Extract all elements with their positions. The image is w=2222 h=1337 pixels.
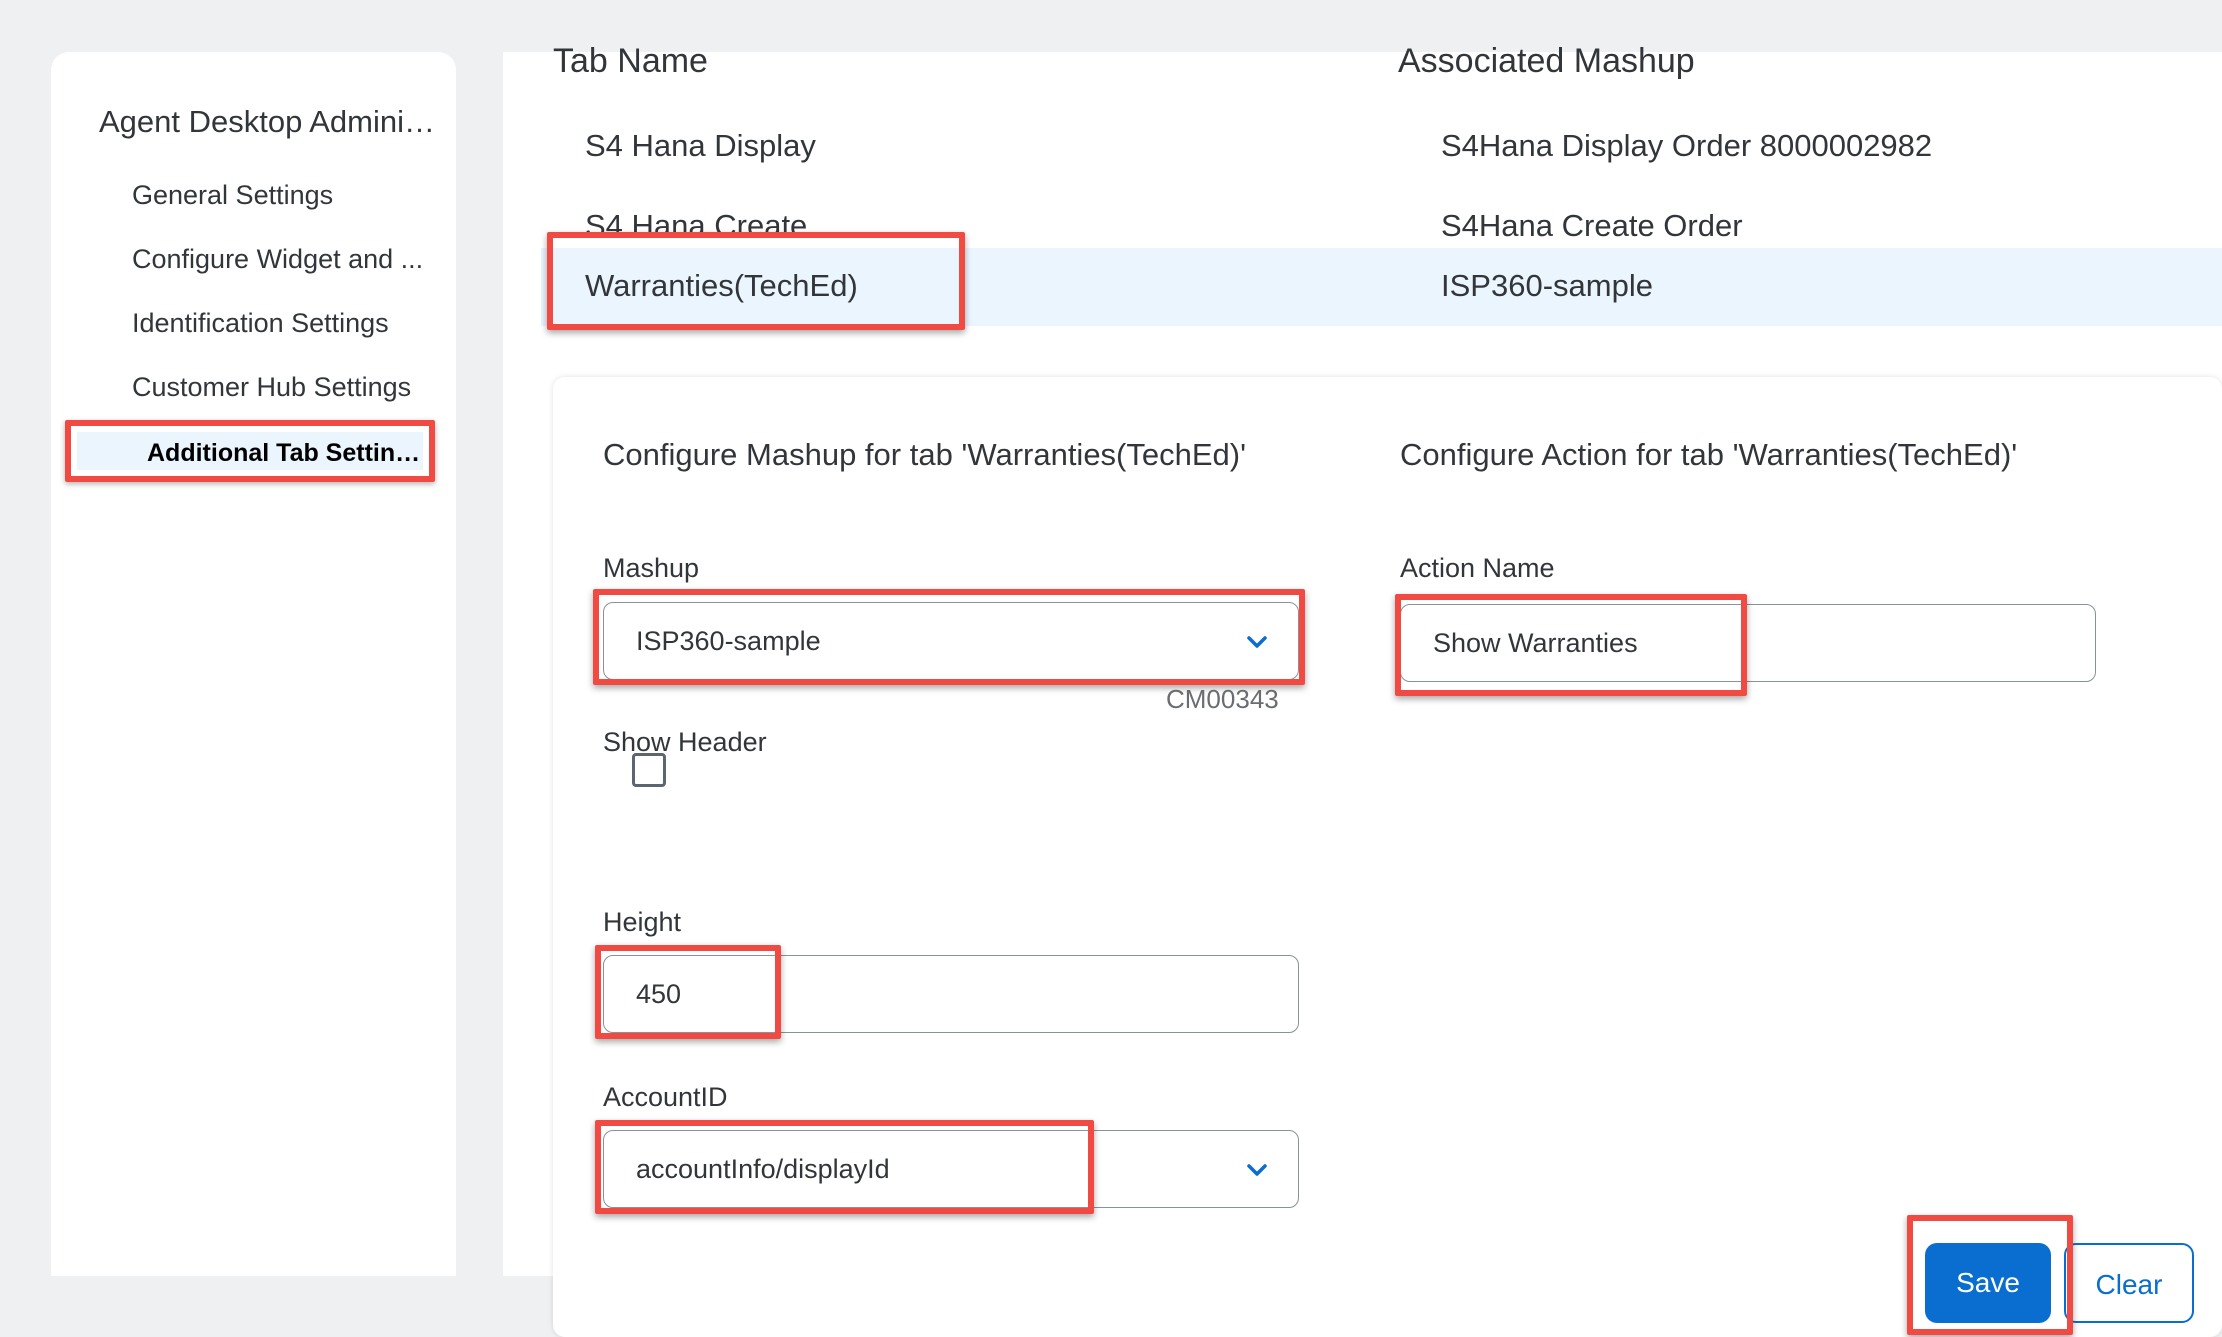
sidebar-item-label: Additional Tab Settings ... — [147, 439, 429, 467]
sidebar-item-configure-widget[interactable]: Configure Widget and ... — [132, 244, 447, 275]
show-header-label: Show Header — [603, 727, 767, 757]
sidebar-item-customer-hub-settings[interactable]: Customer Hub Settings — [132, 372, 447, 403]
action-config-heading: Configure Action for tab 'Warranties(Tec… — [1400, 437, 2018, 472]
config-panel: Configure Mashup for tab 'Warranties(Tec… — [553, 377, 2222, 1337]
main-content: Tab Name Associated Mashup S4 Hana Displ… — [503, 42, 2222, 1337]
sidebar-title: Agent Desktop Adminis... — [99, 104, 439, 139]
sidebar-item-general-settings[interactable]: General Settings — [132, 180, 447, 211]
height-input-value: 450 — [636, 979, 682, 1009]
accountid-select-value: accountInfo/displayId — [636, 1154, 890, 1184]
column-header-tab-name: Tab Name — [553, 42, 708, 80]
chevron-down-icon — [1246, 631, 1268, 653]
sidebar-item-additional-tab-settings[interactable]: Additional Tab Settings ... — [65, 420, 435, 482]
tab-name-cell: Warranties(TechEd) — [585, 268, 858, 303]
action-name-input[interactable]: Show Warranties — [1400, 604, 2096, 682]
mashup-config-heading: Configure Mashup for tab 'Warranties(Tec… — [603, 437, 1247, 472]
mashup-cell: ISP360-sample — [1441, 268, 1653, 303]
tab-name-cell: S4 Hana Display — [585, 128, 816, 163]
column-header-associated-mashup: Associated Mashup — [1398, 42, 1695, 80]
mashup-cell: S4Hana Display Order 8000002982 — [1441, 128, 1933, 163]
table-row-selected[interactable]: Warranties(TechEd) ISP360-sample — [541, 248, 2222, 326]
mashup-id-hint: CM00343 — [1166, 684, 1279, 714]
accountid-label: AccountID — [603, 1082, 728, 1112]
accountid-select[interactable]: accountInfo/displayId — [603, 1130, 1299, 1208]
mashup-label: Mashup — [603, 553, 700, 583]
clear-button[interactable]: Clear — [2064, 1243, 2194, 1323]
action-name-input-value: Show Warranties — [1433, 628, 1638, 658]
mashup-select[interactable]: ISP360-sample — [603, 602, 1299, 680]
table-row[interactable]: S4 Hana Display S4Hana Display Order 800… — [541, 108, 2222, 186]
action-name-label: Action Name — [1400, 553, 1555, 583]
height-label: Height — [603, 907, 682, 937]
sidebar: Agent Desktop Adminis... General Setting… — [51, 52, 456, 1276]
chevron-down-icon — [1246, 1159, 1268, 1181]
tab-name-cell: S4 Hana Create — [585, 208, 808, 243]
height-input[interactable]: 450 — [603, 955, 1299, 1033]
sidebar-item-identification-settings[interactable]: Identification Settings — [132, 308, 447, 339]
show-header-checkbox[interactable] — [632, 753, 666, 787]
mashup-select-value: ISP360-sample — [636, 626, 821, 656]
save-button[interactable]: Save — [1925, 1243, 2051, 1323]
mashup-cell: S4Hana Create Order — [1441, 208, 1743, 243]
